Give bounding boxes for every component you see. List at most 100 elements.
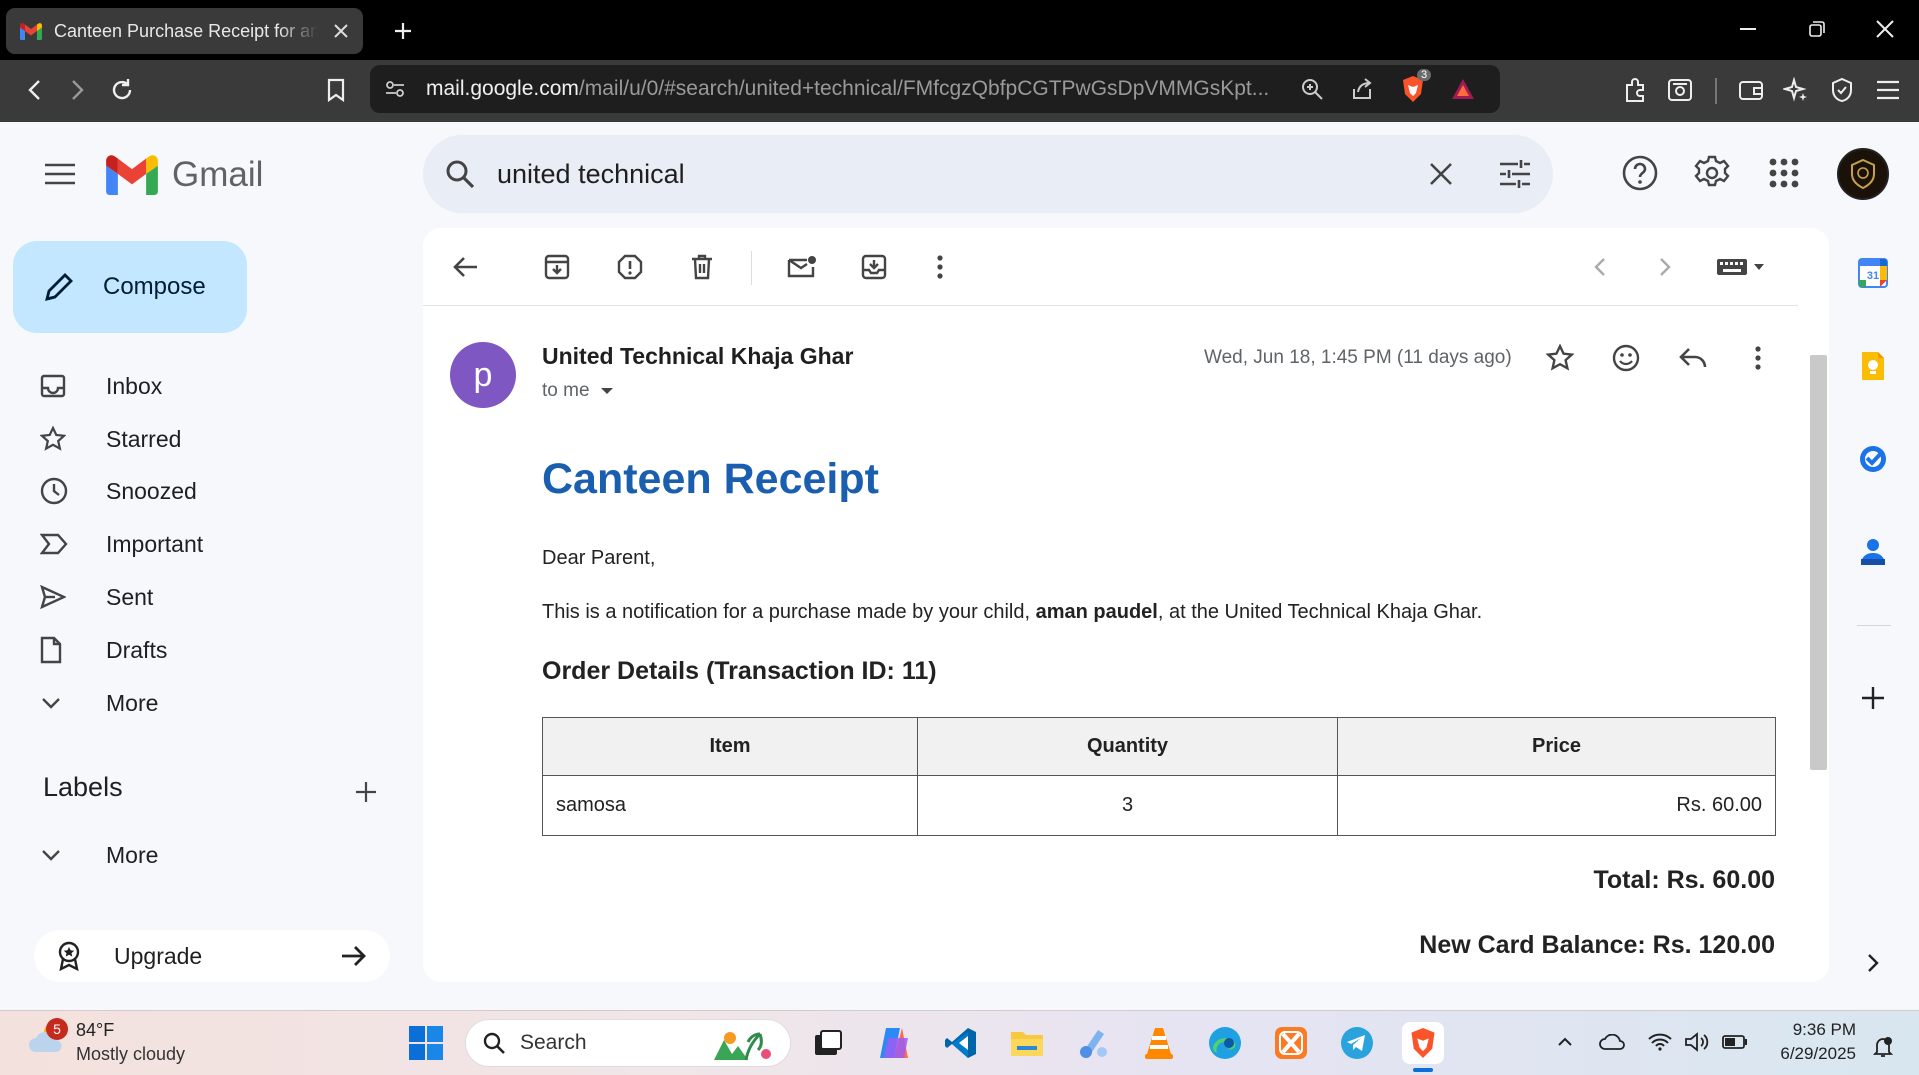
taskbar-date[interactable]: 6/29/2025	[1760, 1044, 1856, 1064]
account-avatar[interactable]	[1837, 148, 1889, 200]
search-input[interactable]	[497, 158, 1377, 190]
brave-browser-icon[interactable]	[1402, 1022, 1444, 1064]
close-window-icon[interactable]	[1870, 14, 1900, 44]
minimize-window-icon[interactable]	[1733, 14, 1763, 44]
search-icon[interactable]	[445, 159, 475, 189]
keep-notes-icon[interactable]	[1856, 349, 1890, 383]
edge-icon[interactable]	[1204, 1022, 1246, 1064]
reload-icon[interactable]	[106, 74, 138, 106]
show-side-panel-icon[interactable]	[1856, 946, 1890, 980]
main-menu-icon[interactable]	[38, 152, 82, 196]
toolbar-separator	[751, 251, 752, 285]
nav-item-inbox[interactable]: Inbox	[40, 361, 400, 411]
extensions-icon[interactable]	[1620, 74, 1652, 106]
new-tab-icon[interactable]	[388, 16, 418, 46]
older-message-icon[interactable]	[1643, 245, 1687, 289]
search-options-icon[interactable]	[1499, 160, 1531, 188]
add-label-icon[interactable]	[350, 776, 382, 808]
gmail-m-icon	[106, 155, 158, 195]
browser-menu-icon[interactable]	[1872, 74, 1904, 106]
emoji-reaction-icon[interactable]	[1608, 340, 1644, 376]
weather-widget[interactable]: 5	[28, 1018, 68, 1058]
leo-ai-icon[interactable]	[1780, 74, 1812, 106]
back-to-list-icon[interactable]	[444, 245, 488, 289]
browser-tab[interactable]: Canteen Purchase Receipt for aman paudel	[6, 8, 363, 54]
task-view-icon[interactable]	[807, 1022, 849, 1064]
report-spam-icon[interactable]	[608, 245, 652, 289]
forward-icon[interactable]	[62, 74, 94, 106]
active-app-indicator	[1413, 1068, 1433, 1072]
newer-message-icon[interactable]	[1578, 245, 1622, 289]
vpn-shield-icon[interactable]	[1826, 74, 1858, 106]
volume-icon[interactable]	[1683, 1030, 1711, 1054]
contacts-icon[interactable]	[1856, 535, 1890, 569]
brave-rewards-icon[interactable]	[1450, 77, 1476, 101]
move-to-icon[interactable]	[852, 245, 896, 289]
recipient-details[interactable]: to me	[542, 380, 614, 402]
copilot-icon[interactable]	[873, 1022, 915, 1064]
caret-down-icon	[600, 387, 614, 395]
nav-label: Drafts	[106, 636, 168, 663]
reader-mode-icon[interactable]	[1664, 74, 1696, 106]
message-more-icon[interactable]	[1740, 340, 1776, 376]
nav-item-starred[interactable]: Starred	[40, 414, 400, 464]
toolbar-divider	[1715, 78, 1717, 104]
calendar-icon[interactable]: 31	[1856, 256, 1890, 290]
nav-item-more[interactable]: More	[40, 678, 400, 728]
telegram-icon[interactable]	[1336, 1022, 1378, 1064]
nav-label: Inbox	[106, 372, 163, 399]
bookmark-icon[interactable]	[320, 74, 352, 106]
nav-item-sent[interactable]: Sent	[40, 572, 400, 622]
labels-more[interactable]: More	[40, 830, 400, 880]
pencil-icon	[43, 271, 75, 303]
zoom-icon[interactable]	[1300, 77, 1324, 101]
input-tools-icon[interactable]	[1706, 245, 1776, 289]
star-message-icon[interactable]	[1542, 340, 1578, 376]
address-bar[interactable]: mail.google.com/mail/u/0/#search/united+…	[370, 65, 1500, 113]
nav-item-snoozed[interactable]: Snoozed	[40, 466, 400, 516]
gmail-logo[interactable]: Gmail	[106, 155, 263, 195]
xampp-icon[interactable]	[1270, 1022, 1312, 1064]
vscode-icon[interactable]	[940, 1022, 982, 1064]
taskbar-time[interactable]: 9:36 PM	[1760, 1020, 1856, 1040]
site-settings-icon[interactable]	[384, 78, 406, 100]
brave-shields-icon[interactable]: 3	[1400, 69, 1432, 103]
close-tab-icon[interactable]	[333, 23, 349, 39]
help-icon[interactable]	[1619, 152, 1661, 194]
delete-trash-icon[interactable]	[680, 245, 724, 289]
nav-item-drafts[interactable]: Drafts	[40, 625, 400, 675]
labels-header: Labels	[43, 772, 123, 802]
compose-button[interactable]: Compose	[13, 241, 247, 333]
file-explorer-icon[interactable]	[1006, 1022, 1048, 1064]
reply-icon[interactable]	[1675, 340, 1711, 376]
onedrive-cloud-icon[interactable]	[1598, 1030, 1626, 1054]
gmail-wordmark: Gmail	[172, 155, 264, 194]
battery-icon[interactable]	[1721, 1030, 1749, 1054]
restore-window-icon[interactable]	[1802, 14, 1832, 44]
vlc-icon[interactable]	[1138, 1022, 1180, 1064]
message-date: Wed, Jun 18, 1:45 PM (11 days ago)	[1204, 347, 1512, 368]
archive-icon[interactable]	[535, 245, 579, 289]
wifi-icon[interactable]	[1647, 1030, 1673, 1054]
chevron-up-icon[interactable]	[1553, 1030, 1577, 1054]
gmail-favicon-icon	[20, 22, 42, 40]
upgrade-button[interactable]: Upgrade	[34, 930, 390, 982]
clear-search-icon[interactable]	[1429, 162, 1453, 186]
more-actions-icon[interactable]	[918, 245, 962, 289]
get-addons-icon[interactable]	[1856, 681, 1890, 715]
notifications-icon[interactable]	[1868, 1034, 1898, 1060]
mark-unread-icon[interactable]	[780, 245, 824, 289]
message-scrollbar[interactable]	[1810, 355, 1827, 770]
wallet-icon[interactable]	[1735, 74, 1767, 106]
share-icon[interactable]	[1350, 77, 1374, 101]
sender-avatar[interactable]: p	[450, 342, 516, 408]
sender-name[interactable]: United Technical Khaja Ghar	[542, 343, 853, 370]
settings-gear-icon[interactable]	[1691, 152, 1733, 194]
nav-item-important[interactable]: Important	[40, 519, 400, 569]
back-icon[interactable]	[18, 74, 50, 106]
windows-start-icon[interactable]	[405, 1022, 447, 1064]
tasks-icon[interactable]	[1856, 442, 1890, 476]
google-apps-icon[interactable]	[1763, 152, 1805, 194]
taskbar-search[interactable]: Search	[465, 1019, 791, 1067]
snipping-tool-icon[interactable]	[1072, 1022, 1114, 1064]
